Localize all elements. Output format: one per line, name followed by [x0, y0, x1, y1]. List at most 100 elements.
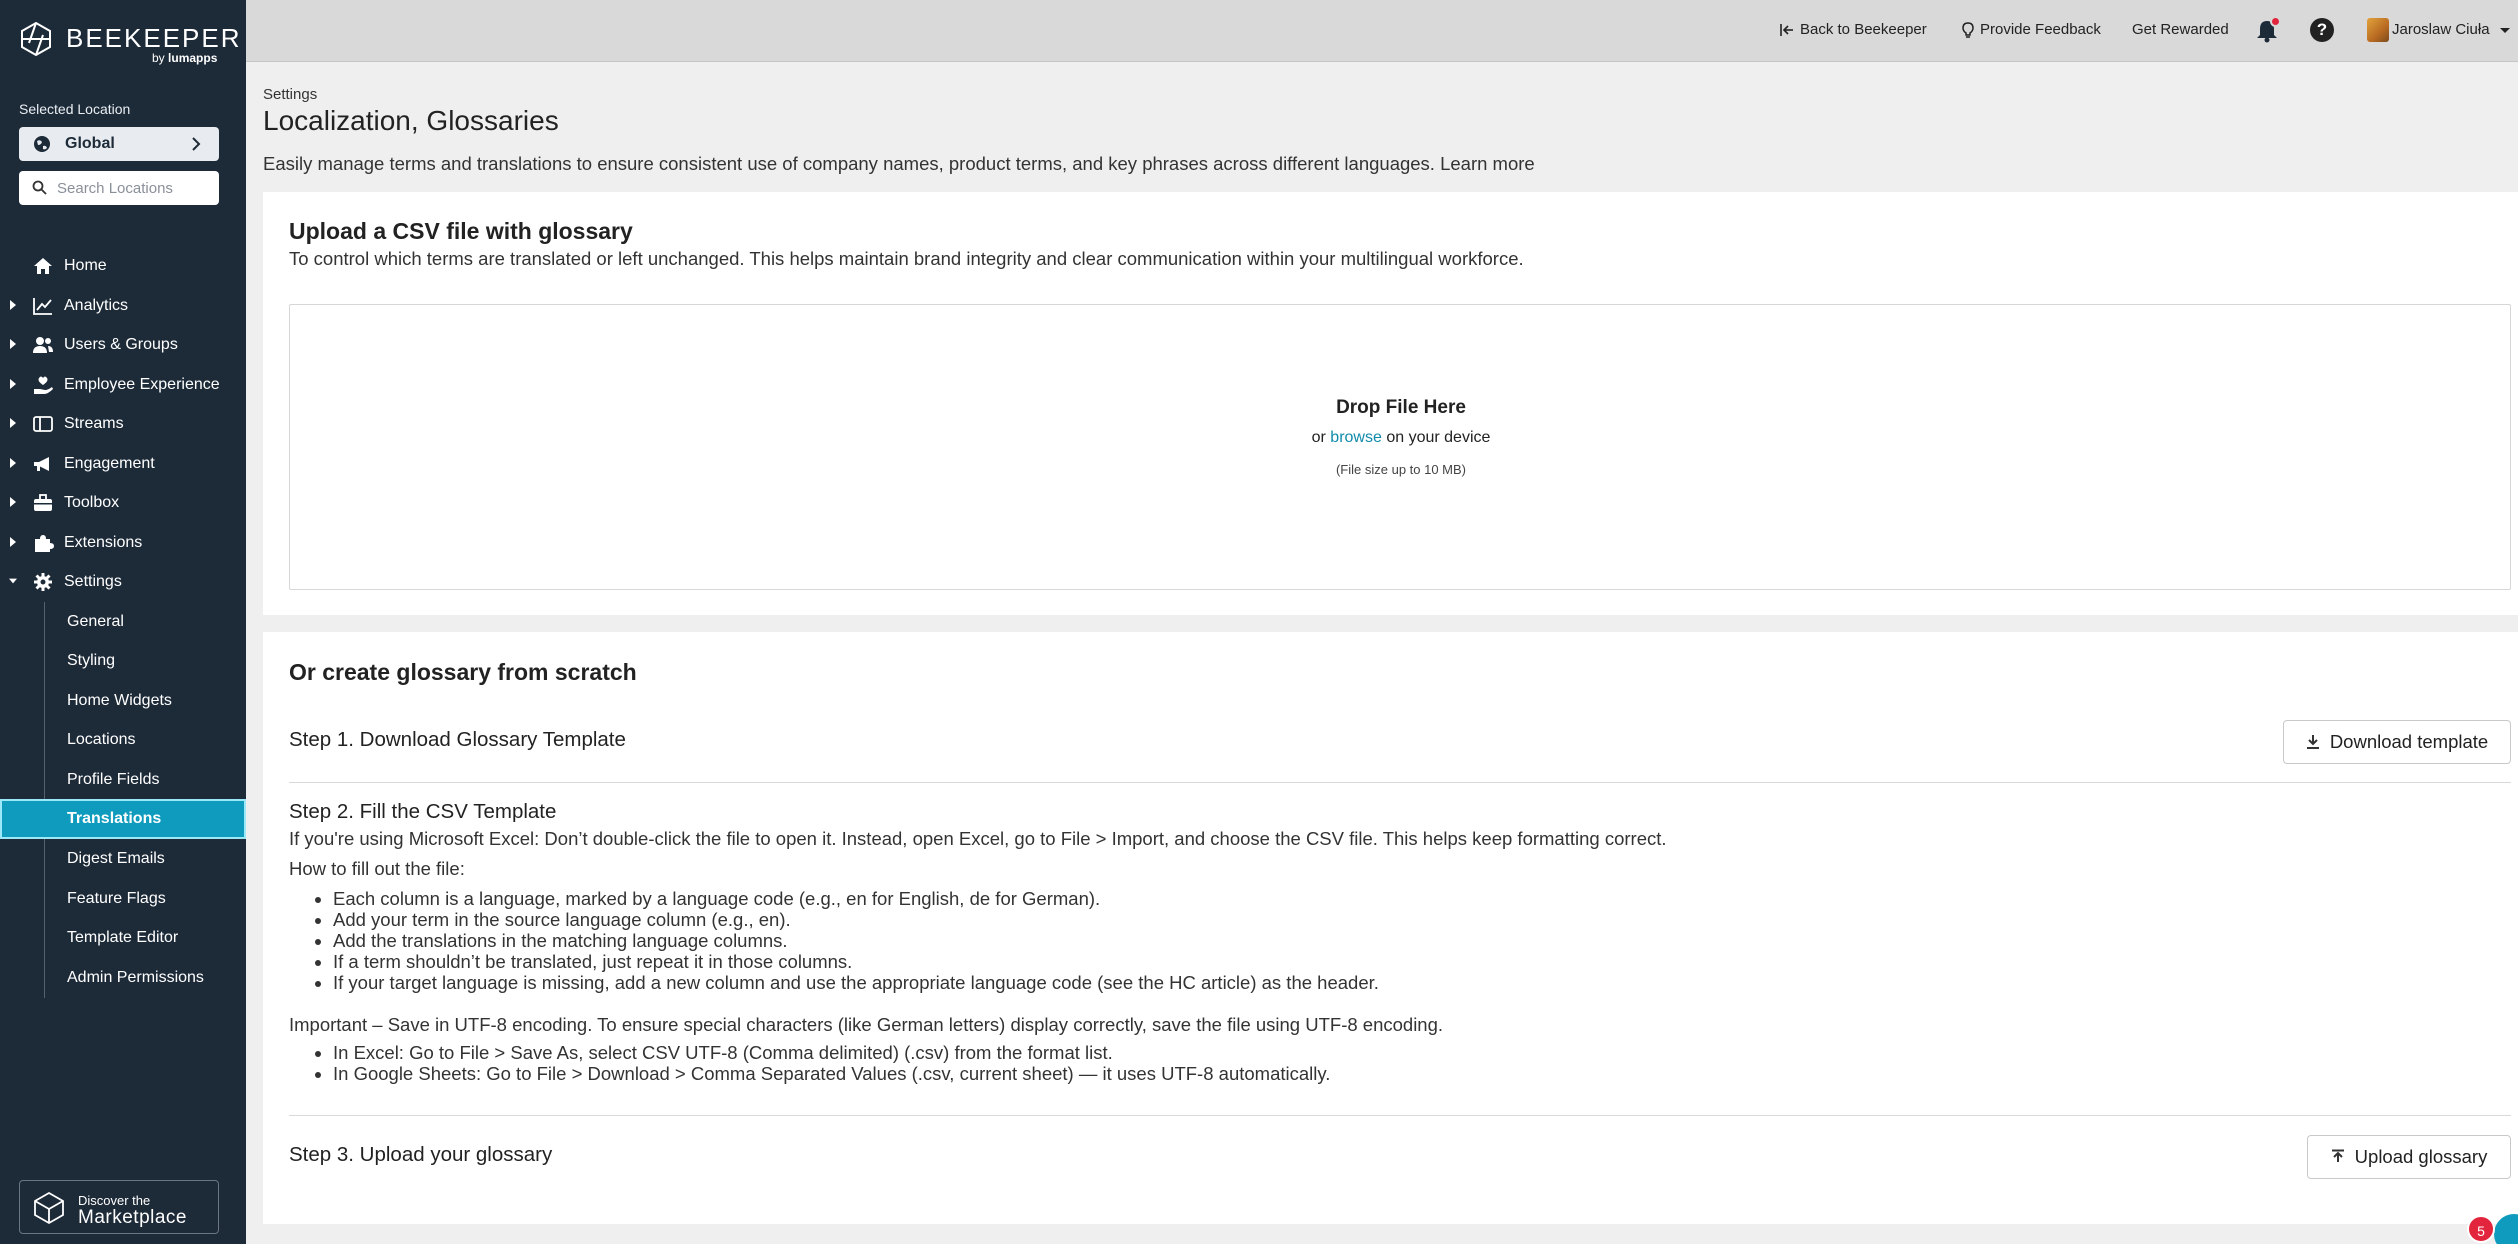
nav-item-toolbox[interactable]: Toolbox [0, 483, 246, 523]
location-search-input[interactable] [19, 171, 219, 205]
nav-label: Toolbox [64, 494, 120, 511]
nav-label: Analytics [64, 296, 129, 314]
lightbulb-icon [1962, 21, 1974, 38]
subnav-label: Template Editor [67, 929, 179, 947]
divider [289, 782, 2511, 783]
download-template-label: Download template [2329, 731, 2489, 752]
nav-item-analytics[interactable]: Analytics [0, 286, 246, 326]
subnav-item-locations[interactable]: Locations [0, 720, 246, 760]
puzzle-icon [35, 534, 54, 552]
list-item: Add your term in the source language col… [333, 909, 1379, 930]
avatar[interactable] [2367, 18, 2389, 42]
utf8-important-note: Important – Save in UTF-8 encoding. To e… [289, 1014, 1444, 1035]
chevron-right-icon [192, 137, 201, 151]
fill-instructions-list: Each column is a language, marked by a l… [333, 888, 1379, 993]
list-item: If a term shouldn’t be translated, just … [333, 951, 1379, 972]
nav-item-settings[interactable]: Settings [0, 562, 246, 602]
globe-icon [34, 136, 50, 152]
excel-note: If you're using Microsoft Excel: Don’t d… [289, 828, 1667, 849]
dropzone-title: Drop File Here [1336, 397, 1466, 418]
user-name[interactable]: Jaroslaw Ciuła [2392, 21, 2490, 38]
dropzone-rest: on your device [1386, 429, 1491, 446]
hand-heart-icon [34, 376, 53, 394]
dropzone-instructions: or browse on your device [290, 429, 2512, 447]
caret-right-icon [10, 378, 16, 389]
download-template-button[interactable]: Download template [2283, 720, 2511, 764]
provide-feedback-link[interactable]: Provide Feedback [1962, 21, 2101, 38]
nav-label: Employee Experience [64, 375, 220, 393]
settings-submenu: General Styling Home Widgets Locations P… [0, 601, 246, 998]
divider [289, 1115, 2511, 1116]
subnav-item-digest-emails[interactable]: Digest Emails [0, 839, 246, 879]
marketplace-button[interactable]: Discover the Marketplace [19, 1180, 219, 1234]
feedback-link-label: Provide Feedback [1980, 21, 2101, 38]
page-description: Easily manage terms and translations to … [263, 153, 1535, 174]
list-item: In Google Sheets: Go to File > Download … [333, 1063, 1330, 1084]
subnav-item-home-widgets[interactable]: Home Widgets [0, 681, 246, 721]
get-rewarded-link[interactable]: Get Rewarded [2132, 21, 2229, 38]
location-name: Global [65, 135, 115, 152]
list-item: In Excel: Go to File > Save As, select C… [333, 1042, 1330, 1063]
home-icon [34, 258, 52, 274]
caret-right-icon [10, 418, 16, 428]
nav-item-employee-experience[interactable]: Employee Experience [0, 365, 246, 405]
marketplace-line1: Discover the [78, 1193, 151, 1208]
caret-right-icon [10, 497, 16, 507]
download-icon [2306, 735, 2319, 749]
subnav-label: Locations [67, 731, 136, 749]
file-dropzone[interactable]: Drop File Here or browse on your device … [289, 304, 2511, 590]
caret-right-icon [10, 457, 16, 468]
subnav-label: Digest Emails [67, 850, 165, 868]
subnav-item-translations[interactable]: Translations [0, 799, 246, 840]
nav-label: Engagement [64, 454, 155, 472]
subnav-label: Admin Permissions [67, 968, 204, 986]
nav-item-home[interactable]: Home [0, 246, 246, 286]
beekeeper-logo[interactable]: BEEKEEPER by lumapps [18, 18, 240, 68]
dropzone-size-note: (File size up to 10 MB) [1335, 462, 1467, 477]
browse-link[interactable]: browse [1330, 429, 1382, 446]
create-glossary-card: Or create glossary from scratch Step 1. … [263, 632, 2518, 1224]
upload-icon [2331, 1149, 2344, 1162]
marketplace-line2: Marketplace [78, 1207, 187, 1228]
breadcrumb[interactable]: Settings [263, 86, 317, 103]
gear-icon [34, 573, 52, 591]
search-icon [32, 180, 47, 195]
list-item: Each column is a language, marked by a l… [333, 888, 1379, 909]
nav-item-extensions[interactable]: Extensions [0, 523, 246, 563]
subnav-item-profile-fields[interactable]: Profile Fields [0, 760, 246, 800]
beekeeper-logo-icon [21, 21, 51, 57]
subnav-label: Translations [67, 810, 162, 828]
subnav-item-general[interactable]: General [0, 602, 246, 642]
help-icon[interactable]: ? [2310, 18, 2334, 42]
caret-right-icon [10, 339, 16, 349]
subnav-item-admin-permissions[interactable]: Admin Permissions [0, 958, 246, 998]
nav-label: Extensions [64, 533, 143, 551]
chevron-down-icon[interactable] [2500, 27, 2510, 34]
list-item: Add the translations in the matching lan… [333, 930, 1379, 951]
nav-item-engagement[interactable]: Engagement [0, 444, 246, 484]
streams-icon [33, 416, 53, 432]
upload-glossary-button[interactable]: Upload glossary [2307, 1135, 2511, 1179]
upload-card-description: To control which terms are translated or… [289, 248, 1524, 269]
subnav-label: General [67, 612, 124, 630]
nav-item-users-groups[interactable]: Users & Groups [0, 325, 246, 365]
dropzone-or: or [1311, 429, 1326, 446]
location-selector[interactable]: Global [19, 127, 219, 161]
subnav-label: Feature Flags [67, 889, 166, 907]
subnav-item-feature-flags[interactable]: Feature Flags [0, 879, 246, 919]
subnav-item-template-editor[interactable]: Template Editor [0, 918, 246, 958]
upload-card-title: Upload a CSV file with glossary [289, 218, 633, 244]
main-nav: Home Analytics Users & Groups Employee E… [0, 246, 246, 998]
scratch-card-title: Or create glossary from scratch [289, 659, 637, 685]
brand-byline: by lumapps [152, 51, 217, 65]
step1-title: Step 1. Download Glossary Template [289, 728, 626, 751]
subnav-item-styling[interactable]: Styling [0, 641, 246, 681]
chat-unread-badge: 5 [2467, 1215, 2495, 1243]
upload-csv-card: Upload a CSV file with glossary To contr… [263, 192, 2518, 615]
chart-icon [33, 297, 52, 315]
back-to-beekeeper-link[interactable]: Back to Beekeeper [1780, 21, 1927, 38]
nav-item-streams[interactable]: Streams [0, 404, 246, 444]
upload-glossary-label: Upload glossary [2354, 1146, 2488, 1167]
users-icon [33, 337, 53, 353]
brand-by-name: lumapps [168, 51, 218, 65]
